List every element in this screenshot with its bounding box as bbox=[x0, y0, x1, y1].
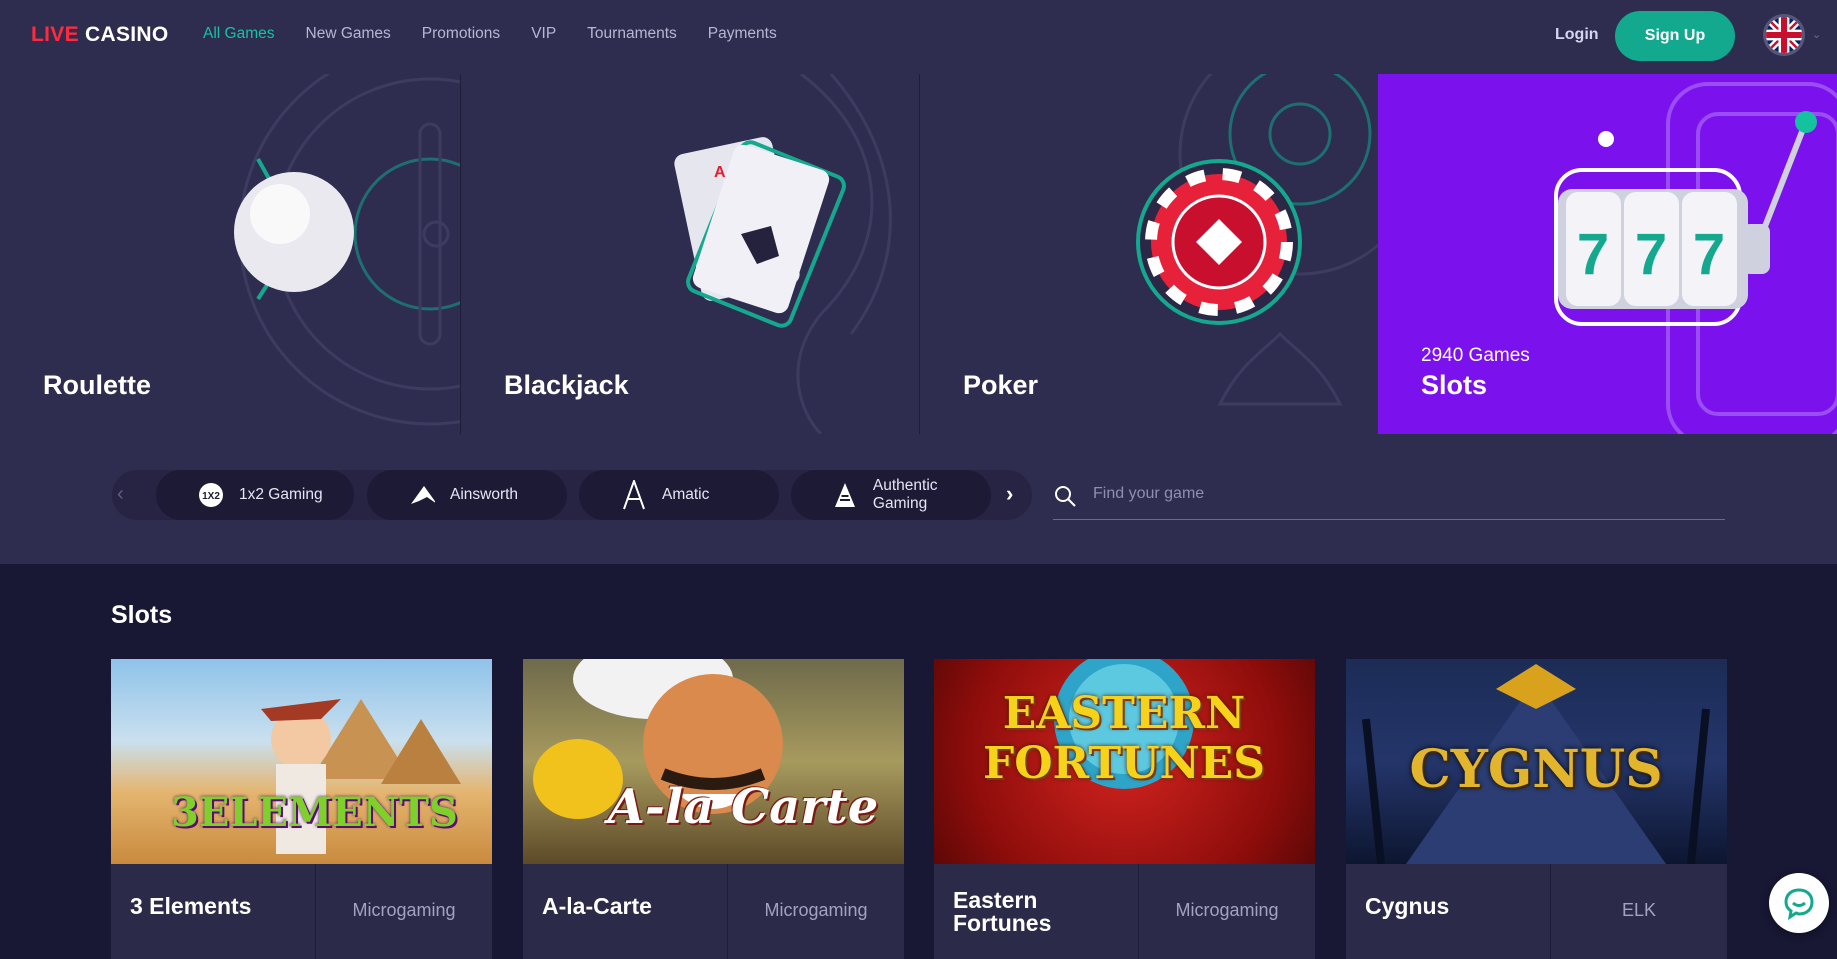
chevron-left-icon[interactable]: ‹ bbox=[117, 483, 124, 506]
games-count: 2940 Games bbox=[1421, 345, 1530, 366]
game-name: 3 Elements bbox=[130, 893, 252, 919]
category-label: Roulette bbox=[43, 370, 151, 400]
game-info: Eastern Fortunes Microgaming bbox=[934, 864, 1315, 959]
game-provider: ELK bbox=[1621, 900, 1657, 920]
nav-tournaments[interactable]: Tournaments bbox=[587, 25, 677, 43]
category-label: Blackjack bbox=[504, 370, 629, 400]
signup-button[interactable]: Sign Up bbox=[1615, 11, 1735, 61]
game-card[interactable]: 3ELEMENTS 3 Elements Microgaming bbox=[111, 659, 492, 959]
provider-1x2-gaming[interactable]: 1X2 1x2 Gaming bbox=[156, 470, 354, 520]
nav-all-games[interactable]: All Games bbox=[203, 25, 275, 43]
nav-payments[interactable]: Payments bbox=[708, 25, 777, 43]
game-logo-text: 3ELEMENTS bbox=[171, 789, 458, 836]
game-logo-text: CYGNUS bbox=[1409, 739, 1663, 800]
game-info: 3 Elements Microgaming bbox=[111, 864, 492, 959]
category-label: Slots bbox=[1421, 370, 1488, 400]
chevron-right-icon[interactable]: › bbox=[1006, 481, 1013, 507]
game-thumbnail[interactable]: A-la Carte bbox=[523, 659, 904, 864]
search-input[interactable]: Find your game bbox=[1093, 485, 1204, 503]
ainsworth-logo-icon bbox=[409, 482, 435, 508]
game-name: Cygnus bbox=[1365, 893, 1450, 919]
section-title: Slots bbox=[111, 601, 173, 629]
svg-text:7: 7 bbox=[1577, 222, 1609, 287]
site-logo[interactable]: LIVE CASINO bbox=[31, 23, 169, 47]
site-header: LIVE CASINO All Games New Games Promotio… bbox=[0, 0, 1837, 72]
chat-button[interactable] bbox=[1769, 873, 1829, 933]
game-thumbnail[interactable]: EASTERN FORTUNES bbox=[934, 659, 1315, 864]
game-search[interactable]: Find your game bbox=[1053, 474, 1725, 520]
category-label: Poker bbox=[963, 370, 1039, 400]
svg-text:7: 7 bbox=[1693, 222, 1725, 287]
game-provider: Microgaming bbox=[352, 900, 456, 920]
game-name: Eastern Fortunes bbox=[953, 887, 1052, 936]
game-card[interactable]: A-la Carte A-la-Carte Microgaming bbox=[523, 659, 904, 959]
svg-text:7: 7 bbox=[1635, 222, 1667, 287]
game-info: Cygnus ELK bbox=[1346, 864, 1727, 959]
category-blackjack[interactable]: A Blackjack bbox=[461, 74, 919, 434]
game-thumbnail[interactable]: CYGNUS bbox=[1346, 659, 1727, 864]
amatic-logo-icon bbox=[621, 480, 647, 510]
game-card[interactable]: CYGNUS Cygnus ELK bbox=[1346, 659, 1727, 959]
provider-authentic-gaming[interactable]: Authentic Gaming bbox=[791, 470, 991, 520]
search-icon bbox=[1055, 486, 1076, 507]
category-roulette[interactable]: Roulette bbox=[0, 74, 460, 434]
category-slots[interactable]: 7 7 7 2940 Games Slots bbox=[1378, 74, 1837, 434]
game-provider: Microgaming bbox=[764, 900, 868, 920]
chevron-down-icon[interactable]: ⌄ bbox=[1812, 28, 1821, 41]
1x2-logo-icon: 1X2 bbox=[198, 482, 224, 508]
login-link[interactable]: Login bbox=[1555, 26, 1599, 44]
game-card[interactable]: EASTERN FORTUNES Eastern Fortunes Microg… bbox=[934, 659, 1315, 959]
uk-flag-icon[interactable] bbox=[1763, 14, 1805, 56]
provider-amatic[interactable]: Amatic bbox=[579, 470, 779, 520]
nav-promotions[interactable]: Promotions bbox=[422, 25, 500, 43]
category-poker[interactable]: Poker bbox=[920, 74, 1378, 434]
game-name: A-la-Carte bbox=[542, 893, 652, 919]
svg-text:1X2: 1X2 bbox=[202, 491, 220, 502]
nav-vip[interactable]: VIP bbox=[531, 25, 556, 43]
game-thumbnail[interactable]: 3ELEMENTS bbox=[111, 659, 492, 864]
game-info: A-la-Carte Microgaming bbox=[523, 864, 904, 959]
main-nav: All Games New Games Promotions VIP Tourn… bbox=[203, 25, 808, 43]
chat-bubble-icon bbox=[1784, 888, 1814, 920]
game-logo-text: A-la Carte bbox=[607, 779, 879, 835]
authentic-gaming-logo-icon bbox=[833, 482, 858, 508]
svg-text:A: A bbox=[714, 164, 726, 181]
game-provider: Microgaming bbox=[1175, 900, 1279, 920]
nav-new-games[interactable]: New Games bbox=[306, 25, 391, 43]
game-logo-text: EASTERN FORTUNES bbox=[982, 688, 1265, 789]
provider-ainsworth[interactable]: Ainsworth bbox=[367, 470, 567, 520]
